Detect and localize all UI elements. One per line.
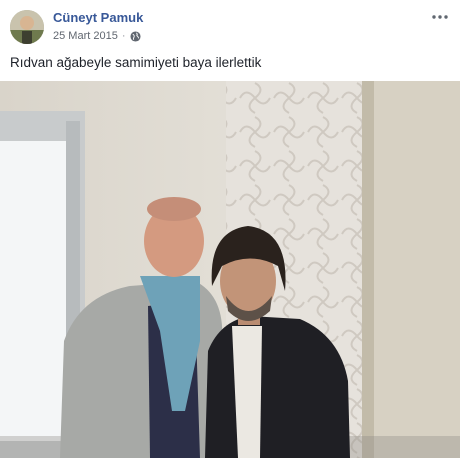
more-options-icon[interactable] (428, 8, 452, 26)
post-meta: 25 Mart 2015 · (53, 30, 141, 42)
author-avatar[interactable] (10, 10, 44, 44)
post-date-link[interactable]: 25 Mart 2015 (53, 30, 118, 42)
meta-separator: · (121, 30, 126, 42)
post-photo[interactable] (0, 81, 460, 458)
post-caption: Rıdvan ağabeyle samimiyeti baya ilerlett… (10, 55, 262, 70)
facebook-post: Cüneyt Pamuk 25 Mart 2015 · Rıdvan ağabe… (0, 0, 460, 458)
author-name-link[interactable]: Cüneyt Pamuk (53, 10, 143, 25)
globe-icon[interactable] (129, 30, 141, 42)
